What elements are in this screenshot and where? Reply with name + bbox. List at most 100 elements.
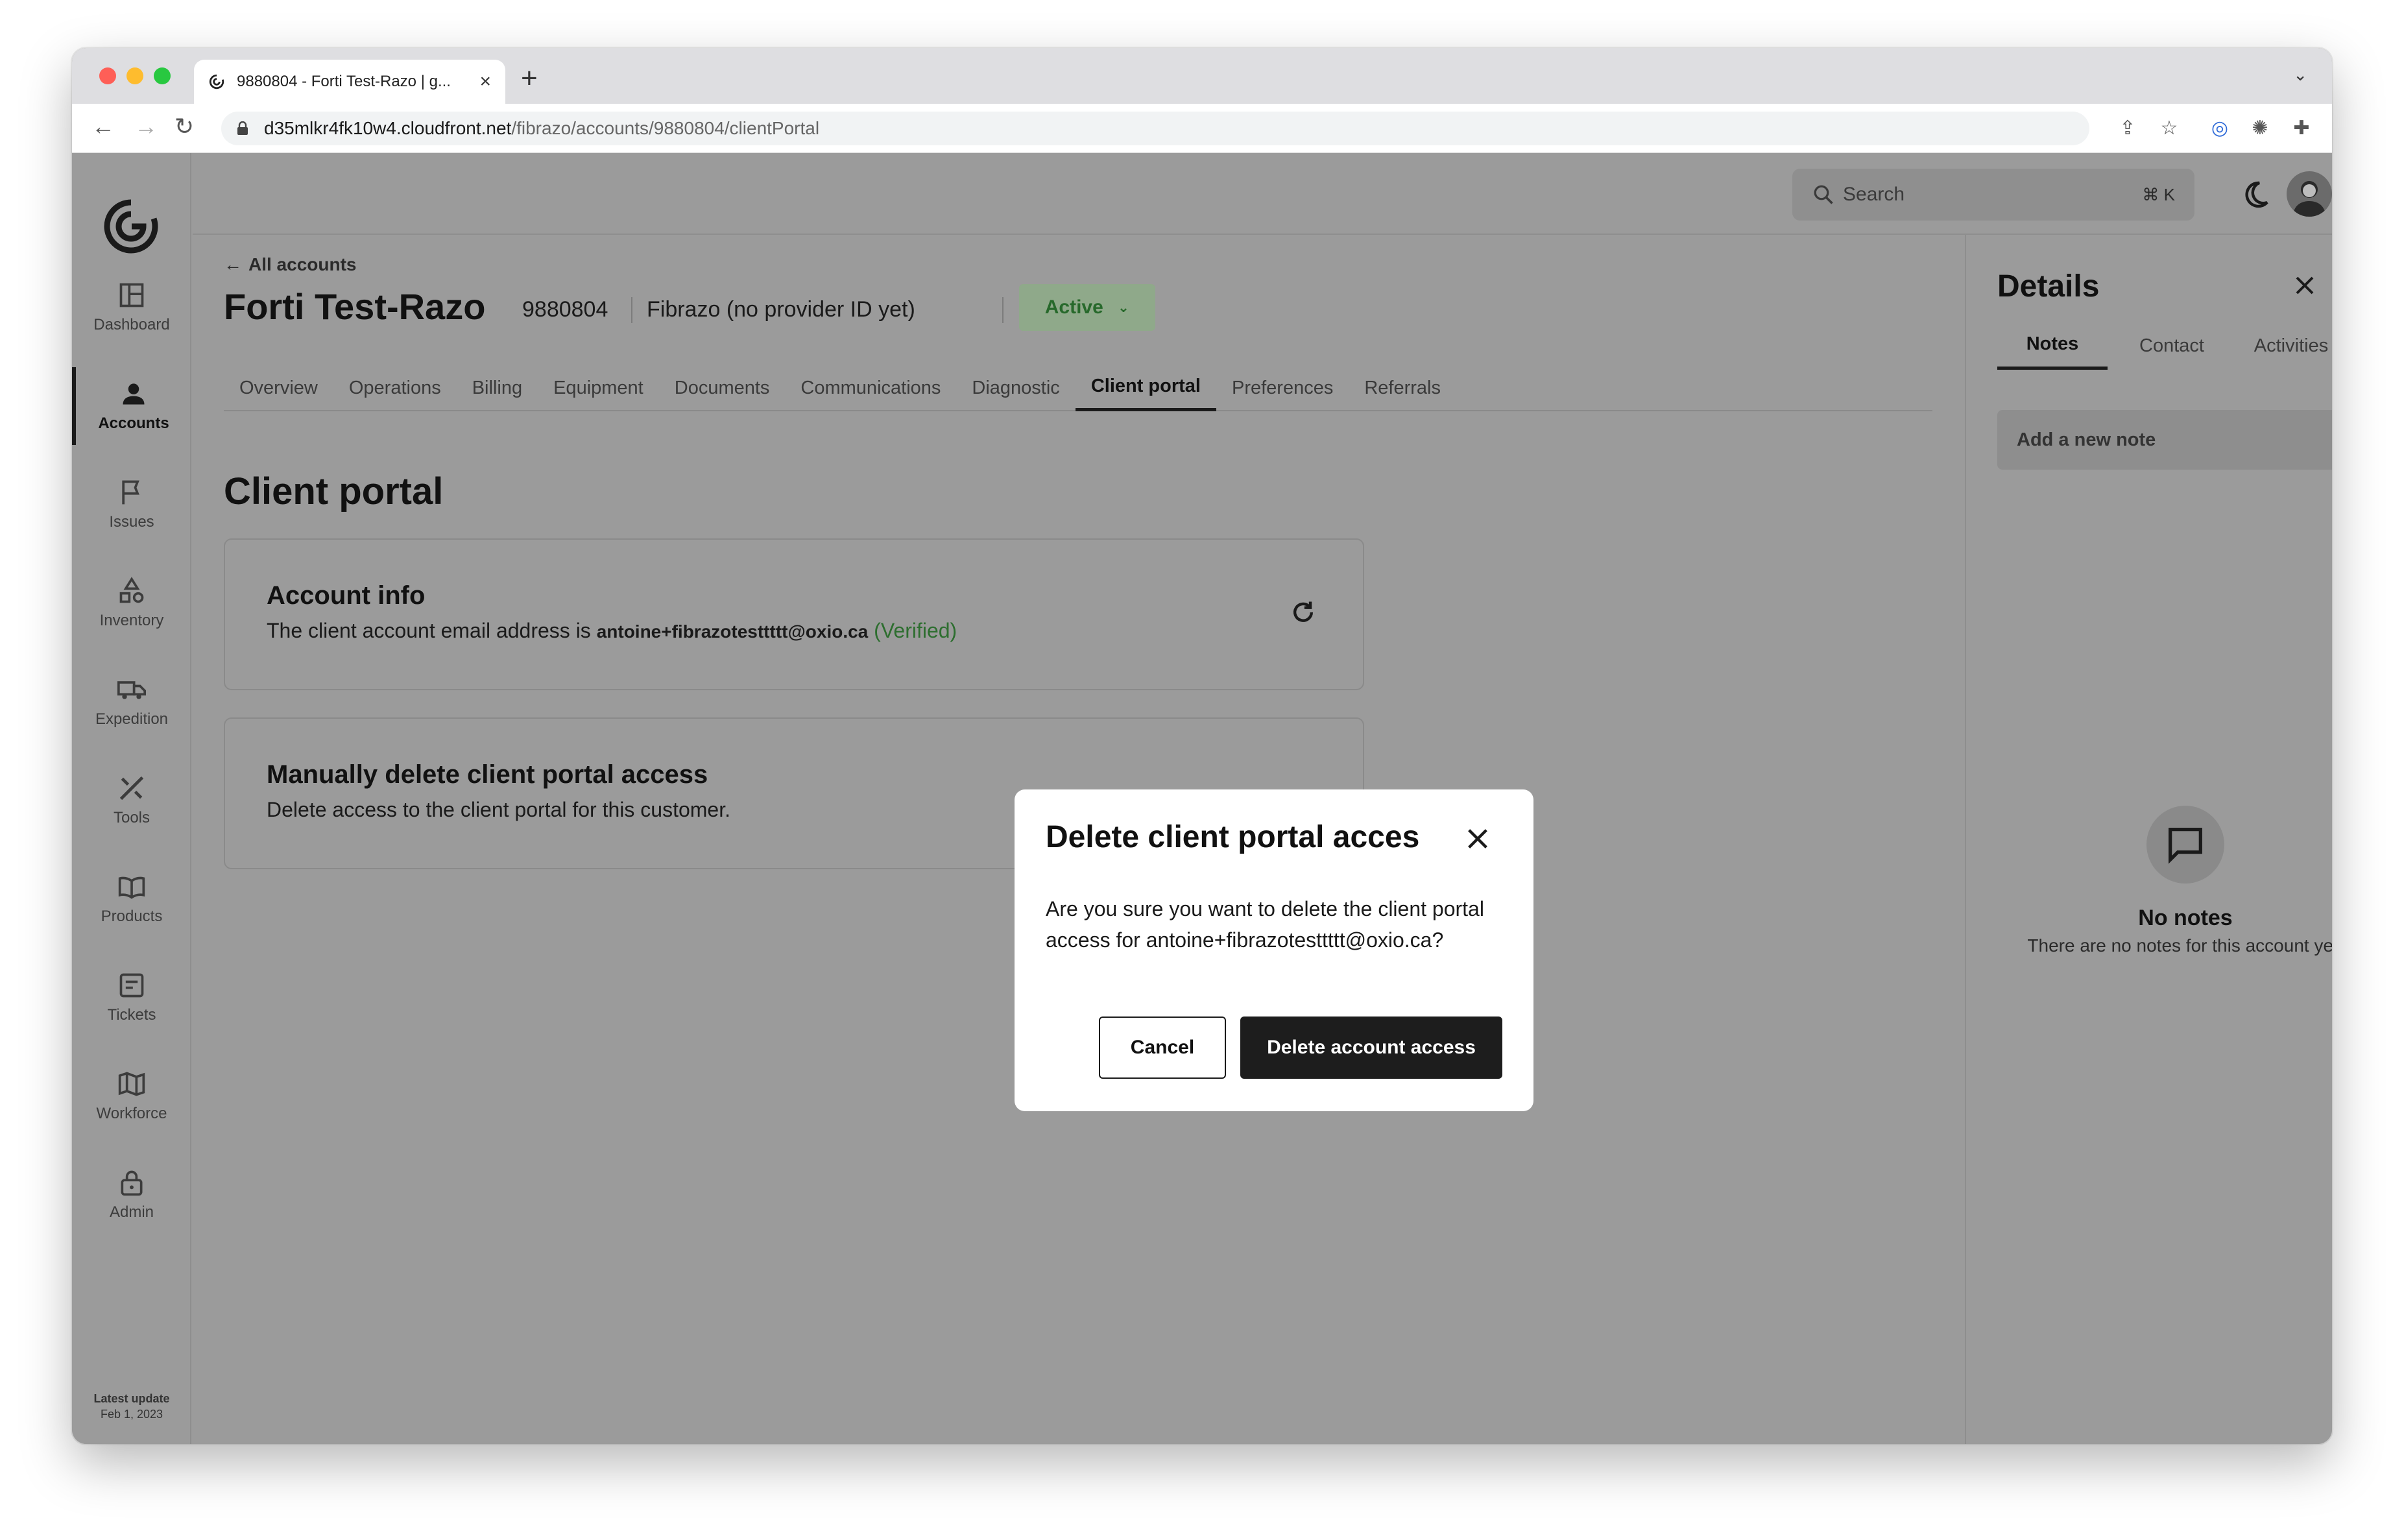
account-tabs: Overview Operations Billing Equipment Do… (224, 365, 1932, 411)
browser-window: 9880804 - Forti Test-Razo | g... × + ⌄ ←… (72, 48, 2332, 1444)
back-arrow-icon[interactable]: ← (91, 113, 115, 140)
minimize-window-button[interactable] (126, 67, 143, 84)
account-id: 9880804 (522, 297, 608, 322)
verified-badge: (Verified) (874, 619, 957, 642)
sidebar-item-label: Tools (113, 809, 150, 826)
empty-notes-text: There are no notes for this account yet. (2027, 935, 2332, 956)
delete-access-title: Manually delete client portal access (267, 760, 708, 789)
tools-icon (119, 776, 144, 800)
shapes-icon (119, 577, 144, 603)
client-email: antoine+fibrazotesttttt@oxio.ca (596, 621, 869, 642)
tab-communications[interactable]: Communications (785, 365, 956, 411)
tab-operations[interactable]: Operations (333, 365, 457, 411)
moon-icon[interactable] (2240, 179, 2271, 210)
delete-access-text: Delete access to the client portal for t… (267, 798, 730, 821)
account-provider: Fibrazo (no provider ID yet) (647, 297, 915, 322)
user-avatar-icon (2293, 181, 2326, 217)
search-input[interactable]: Search ⌘ K (1792, 169, 2194, 221)
sidebar-item-label: Dashboard (93, 316, 170, 333)
close-icon[interactable] (1465, 826, 1491, 852)
chevron-down-icon: ⌄ (1117, 299, 1130, 315)
delete-confirm-modal: Delete client portal acces Are you sure … (1015, 789, 1533, 1111)
delete-account-access-button[interactable]: Delete account access (1240, 1017, 1502, 1079)
ticket-icon (119, 973, 144, 998)
tab-activities[interactable]: Activities (2236, 322, 2332, 370)
avatar[interactable] (2287, 171, 2332, 217)
sidebar-item-products[interactable]: Products (72, 860, 191, 938)
sidebar-item-workforce[interactable]: Workforce (72, 1057, 191, 1135)
close-icon[interactable] (2293, 274, 2316, 297)
tab-documents[interactable]: Documents (659, 365, 786, 411)
dashboard-icon (119, 283, 144, 307)
sidebar-item-tickets[interactable]: Tickets (72, 959, 191, 1037)
arrow-left-icon: ← (224, 254, 242, 274)
page-title: Client portal (224, 470, 444, 512)
sidebar-item-label: Workforce (96, 1105, 167, 1122)
tab-diagnostic[interactable]: Diagnostic (956, 365, 1075, 411)
tab-notes[interactable]: Notes (1997, 322, 2108, 370)
url-host: d35mlkr4fk10w4.cloudfront.net (264, 118, 512, 138)
favicon-icon (209, 74, 224, 90)
sidebar-item-issues[interactable]: Issues (72, 466, 191, 544)
sidebar-item-label: Products (101, 908, 163, 925)
address-bar[interactable]: d35mlkr4fk10w4.cloudfront.net/fibrazo/ac… (221, 112, 2089, 145)
url-path: /fibrazo/accounts/9880804/clientPortal (511, 118, 820, 138)
person-icon (123, 383, 145, 405)
modal-title: Delete client portal acces (1046, 820, 1420, 854)
account-name: Forti Test-Razo (224, 286, 486, 327)
account-info-text: The client account email address is anto… (267, 619, 957, 643)
search-shortcut: ⌘ K (2142, 184, 2175, 204)
refresh-icon[interactable] (1289, 598, 1317, 627)
chat-icon (2146, 806, 2224, 884)
close-tab-icon[interactable]: × (479, 71, 491, 93)
browser-tab[interactable]: 9880804 - Forti Test-Razo | g... × (194, 60, 505, 104)
add-note-input[interactable]: Add a new note (1997, 410, 2332, 470)
sidebar-item-accounts[interactable]: Accounts (72, 367, 191, 445)
reload-icon[interactable]: ↻ (174, 113, 194, 140)
settings-extension-icon[interactable]: ✺ (2249, 117, 2271, 139)
status-label: Active (1044, 296, 1103, 318)
forward-arrow-icon[interactable]: → (134, 113, 158, 140)
sidebar-item-dashboard[interactable]: Dashboard (72, 269, 191, 346)
sidebar-item-label: Inventory (99, 612, 164, 629)
browser-toolbar: ← → ↻ d35mlkr4fk10w4.cloudfront.net/fibr… (72, 104, 2332, 153)
book-icon (118, 876, 145, 899)
account-info-title: Account info (267, 581, 426, 610)
account-info-card: Account info The client account email ad… (224, 538, 1364, 690)
sidebar-item-label: Admin (109, 1203, 154, 1221)
status-dropdown[interactable]: Active ⌄ (1019, 284, 1155, 331)
all-accounts-link[interactable]: ← All accounts (224, 254, 356, 275)
sidebar-item-label: Accounts (98, 415, 169, 432)
sidebar-item-tools[interactable]: Tools (72, 762, 191, 839)
puzzle-icon[interactable]: ✚ (2290, 117, 2313, 139)
tab-contact[interactable]: Contact (2117, 322, 2227, 370)
tab-overview[interactable]: Overview (224, 365, 333, 411)
sidebar-item-inventory[interactable]: Inventory (72, 564, 191, 642)
browser-tab-bar: 9880804 - Forti Test-Razo | g... × + ⌄ (72, 48, 2332, 104)
tab-billing[interactable]: Billing (457, 365, 538, 411)
app: Dashboard Accounts Issues Inventory Expe… (72, 153, 2332, 1444)
share-icon[interactable]: ⇪ (2117, 117, 2139, 139)
browser-tab-title: 9880804 - Forti Test-Razo | g... (237, 73, 451, 90)
tab-equipment[interactable]: Equipment (538, 365, 659, 411)
new-tab-button[interactable]: + (521, 62, 538, 95)
sidebar-item-expedition[interactable]: Expedition (72, 663, 191, 741)
tab-client-portal[interactable]: Client portal (1075, 365, 1216, 411)
sidebar-item-admin[interactable]: Admin (72, 1156, 191, 1234)
tab-referrals[interactable]: Referrals (1349, 365, 1456, 411)
lock-icon (237, 121, 248, 135)
star-icon[interactable]: ☆ (2158, 117, 2180, 139)
details-tabs: Notes Contact Activities (1997, 322, 2332, 370)
extension-icon[interactable]: ◎ (2209, 117, 2231, 139)
maximize-window-button[interactable] (154, 67, 171, 84)
latest-update-title: Latest update (93, 1392, 170, 1405)
close-window-button[interactable] (99, 67, 116, 84)
sidebar: Dashboard Accounts Issues Inventory Expe… (72, 153, 191, 1444)
chevron-down-icon[interactable]: ⌄ (2293, 65, 2307, 85)
empty-notes-title: No notes (2138, 906, 2233, 930)
lock-icon (121, 1170, 143, 1196)
cancel-button[interactable]: Cancel (1099, 1017, 1226, 1079)
tab-preferences[interactable]: Preferences (1216, 365, 1349, 411)
logo-icon[interactable] (103, 199, 159, 254)
app-header: Search ⌘ K (193, 153, 2332, 235)
